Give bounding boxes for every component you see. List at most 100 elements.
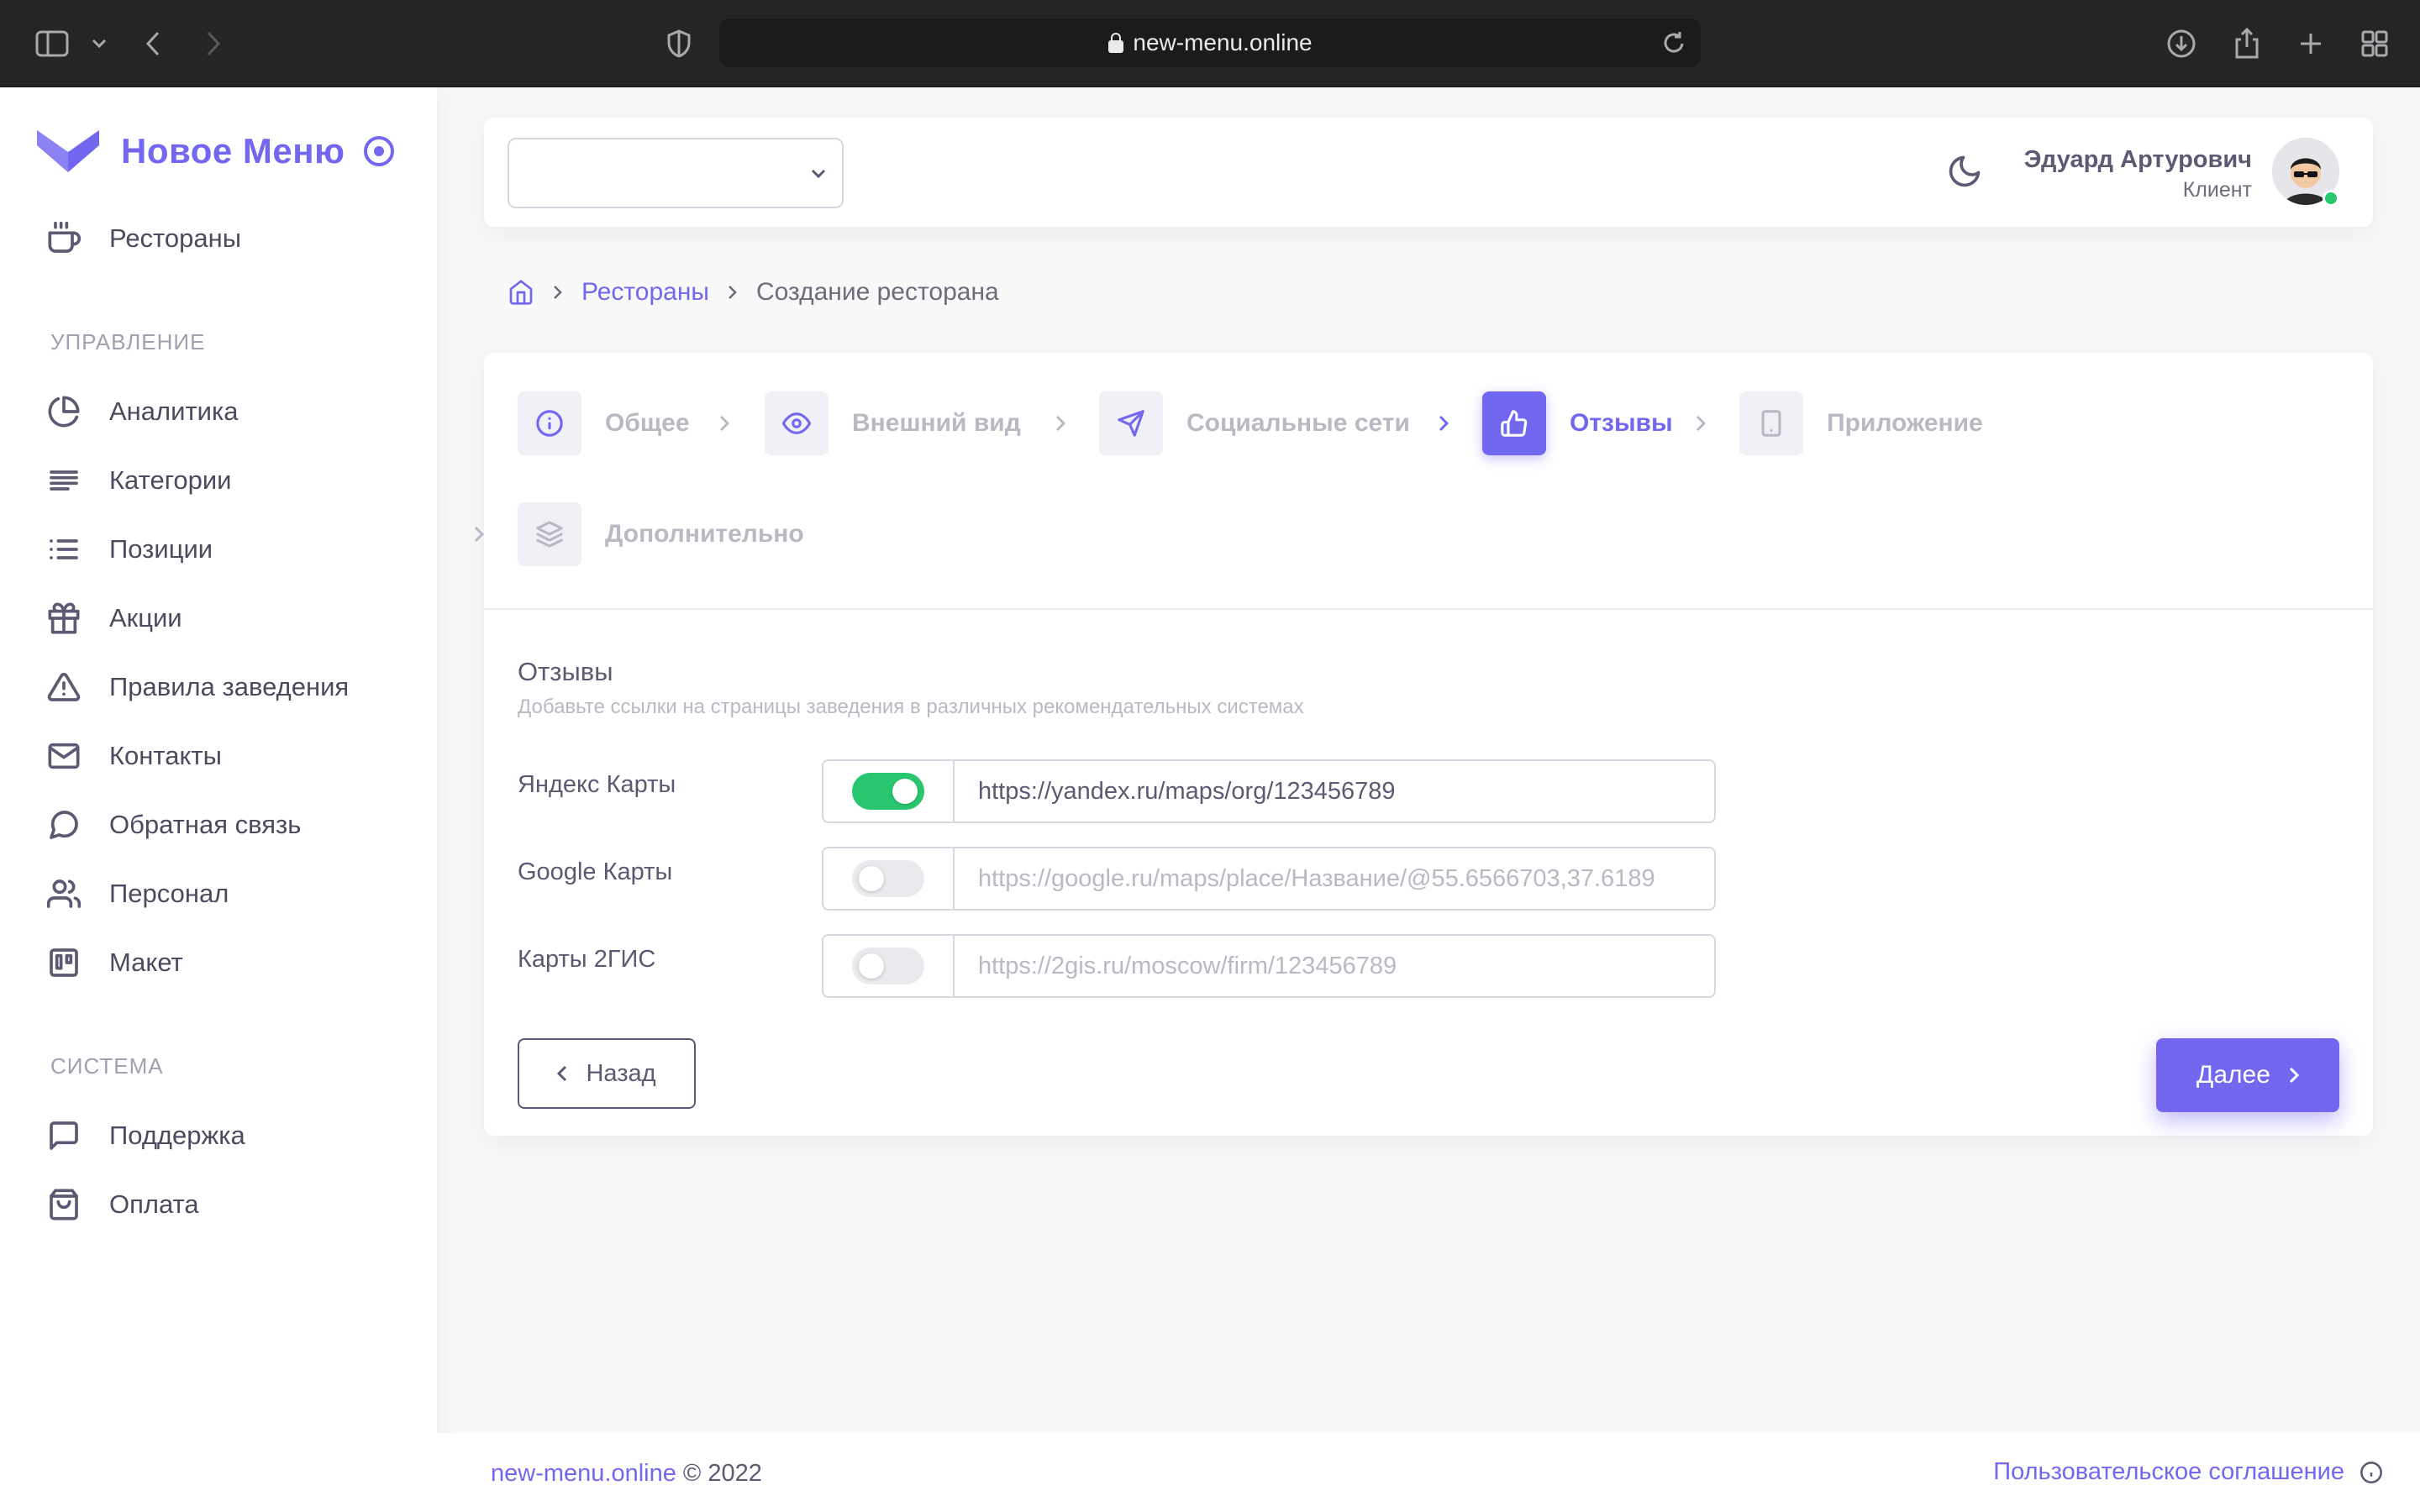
chevron-down-icon <box>811 169 826 179</box>
copyright-text: © 2022 <box>682 1460 762 1487</box>
chevron-down-icon[interactable] <box>81 25 118 62</box>
sidebar-item-categories[interactable]: Категории <box>47 455 231 506</box>
sidebar-item-layout[interactable]: Макет <box>47 937 183 988</box>
footer-site-link[interactable]: new-menu.online <box>491 1460 676 1487</box>
back-button-label: Назад <box>586 1059 656 1087</box>
user-agreement-link[interactable]: Пользовательское соглашение <box>1993 1458 2383 1486</box>
sidebar-item-analytics[interactable]: Аналитика <box>47 386 238 437</box>
yandex-maps-url-input[interactable] <box>955 761 1714 822</box>
sidebar-item-positions[interactable]: Позиции <box>47 524 213 575</box>
lock-icon <box>1108 33 1124 53</box>
info-icon <box>2360 1461 2382 1483</box>
chevron-right-icon <box>1055 415 1066 436</box>
new-tab-icon[interactable] <box>2292 25 2329 62</box>
sidebar-item-rules[interactable]: Правила заведения <box>47 662 349 712</box>
chevron-right-icon <box>553 278 563 307</box>
share-icon[interactable] <box>2228 25 2265 62</box>
sidebar-item-restaurants[interactable]: Рестораны <box>47 213 241 264</box>
2gis-maps-url-input[interactable] <box>955 936 1714 996</box>
2gis-maps-toggle[interactable] <box>852 948 924 984</box>
user-name[interactable]: Эдуард Артурович <box>2024 146 2252 174</box>
smartphone-icon <box>1761 410 1781 437</box>
sidebar-pin-icon[interactable] <box>363 136 394 166</box>
sidebar-item-staff[interactable]: Персонал <box>47 869 229 919</box>
breadcrumb-current: Создание ресторана <box>755 278 999 306</box>
coffee-icon <box>48 222 81 253</box>
sidebar-toggle-icon[interactable] <box>34 25 71 62</box>
chevron-right-icon <box>474 526 485 547</box>
step-general[interactable]: Общее <box>518 391 690 455</box>
shield-icon[interactable] <box>660 25 697 62</box>
layers-icon <box>536 521 563 548</box>
chevron-right-icon <box>1439 415 1449 436</box>
brand-name: Новое Меню <box>121 131 345 171</box>
google-maps-label: Google Карты <box>518 858 673 885</box>
alert-triangle-icon <box>47 673 81 701</box>
footer-copyright: new-menu.online © 2022 <box>491 1460 762 1488</box>
sidebar-item-contacts[interactable]: Контакты <box>47 731 222 781</box>
url-text: new-menu.online <box>1133 29 1313 55</box>
footer: new-menu.online © 2022 Пользовательское … <box>437 1433 2420 1512</box>
brand[interactable]: Новое Меню <box>37 126 394 176</box>
sidebar: Новое Меню Рестораны УПРАВЛЕНИЕ Аналитик… <box>0 87 437 1512</box>
restaurant-select[interactable] <box>508 138 844 208</box>
browser-toolbar: new-menu.online <box>0 0 2420 87</box>
step-icon-box <box>518 502 581 566</box>
chevron-right-icon <box>2289 1067 2299 1084</box>
toggle-cell <box>823 848 955 909</box>
google-maps-toggle[interactable] <box>852 860 924 897</box>
toggle-cell <box>823 761 955 822</box>
gift-icon <box>48 602 80 634</box>
nav-section-header: УПРАВЛЕНИЕ <box>50 329 206 354</box>
step-app[interactable]: Приложение <box>1739 391 1983 455</box>
sidebar-item-promotions[interactable]: Акции <box>47 593 182 643</box>
reload-icon[interactable] <box>1662 30 1686 55</box>
sidebar-item-label: Персонал <box>109 879 229 908</box>
forward-arrow-icon[interactable] <box>195 25 232 62</box>
info-icon <box>536 410 563 437</box>
sidebar-item-payment[interactable]: Оплата <box>47 1179 199 1230</box>
step-label: Социальные сети <box>1186 409 1410 437</box>
breadcrumb: Рестораны Создание ресторана <box>508 272 999 312</box>
sidebar-item-feedback[interactable]: Обратная связь <box>47 800 301 850</box>
trello-icon <box>50 948 78 977</box>
sidebar-item-label: Правила заведения <box>109 672 350 701</box>
eye-icon <box>782 412 811 434</box>
next-button[interactable]: Далее <box>2156 1038 2339 1112</box>
step-icon-box <box>1482 391 1546 455</box>
back-arrow-icon[interactable] <box>134 25 171 62</box>
tab-overview-icon[interactable] <box>2356 25 2393 62</box>
chevron-right-icon <box>719 415 730 436</box>
sidebar-item-label: Поддержка <box>109 1121 245 1150</box>
logo-icon <box>37 130 99 172</box>
address-bar[interactable]: new-menu.online <box>719 18 1701 67</box>
step-reviews[interactable]: Отзывы <box>1482 391 1673 455</box>
back-button[interactable]: Назад <box>518 1038 696 1109</box>
users-icon <box>47 879 81 908</box>
sidebar-item-label: Акции <box>109 603 182 633</box>
breadcrumb-link-restaurants[interactable]: Рестораны <box>581 278 709 307</box>
nav-section-header: СИСТЕМА <box>50 1053 164 1079</box>
step-social[interactable]: Социальные сети <box>1099 391 1410 455</box>
download-icon[interactable] <box>2163 25 2200 62</box>
sidebar-item-label: Макет <box>109 948 183 977</box>
next-button-label: Далее <box>2196 1061 2270 1089</box>
sidebar-item-label: Оплата <box>109 1189 199 1219</box>
thumbs-up-icon <box>1501 410 1528 437</box>
send-icon <box>1118 410 1144 437</box>
step-appearance[interactable]: Внешний вид <box>765 391 1021 455</box>
moon-icon[interactable] <box>1946 153 1983 190</box>
home-icon[interactable] <box>508 279 534 306</box>
sidebar-item-support[interactable]: Поддержка <box>47 1110 245 1161</box>
yandex-maps-toggle[interactable] <box>852 773 924 810</box>
google-maps-url-input[interactable] <box>955 848 1714 909</box>
sidebar-item-label: Обратная связь <box>109 810 302 839</box>
step-additional[interactable]: Дополнительно <box>518 502 804 566</box>
step-label: Приложение <box>1827 409 1983 437</box>
section-title: Отзывы <box>518 657 613 686</box>
message-square-icon <box>50 1121 78 1150</box>
user-agreement-label: Пользовательское соглашение <box>1993 1458 2344 1485</box>
sidebar-item-label: Категории <box>109 465 232 495</box>
stepper: Общее Внешний вид Социальные сети Отзывы… <box>474 353 2373 610</box>
online-status-dot <box>2323 190 2339 207</box>
